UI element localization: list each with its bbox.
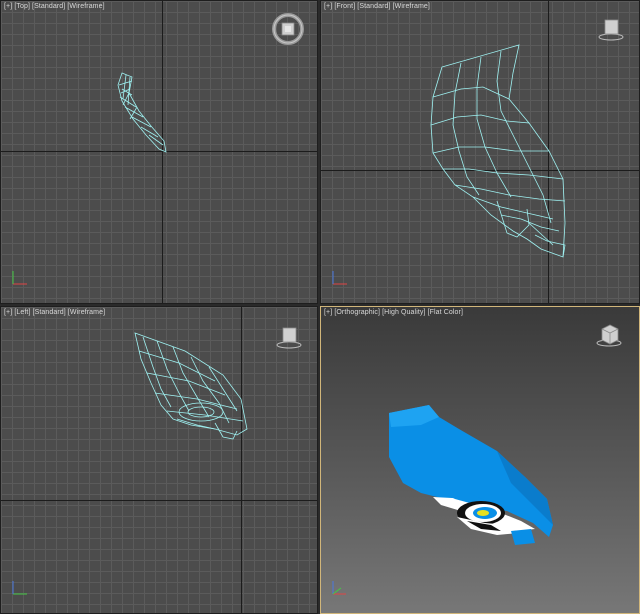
viewcube-icon[interactable] — [597, 17, 627, 48]
top-viewport[interactable]: [+] [Top] [Standard] [Wireframe] — [0, 0, 318, 304]
viewport-label-top[interactable]: [+] [Top] [Standard] [Wireframe] — [4, 3, 105, 10]
left-viewport[interactable]: [+] [Left] [Standard] [Wireframe] — [0, 306, 318, 614]
viewport-label-front[interactable]: [+] [Front] [Standard] [Wireframe] — [324, 3, 430, 10]
viewport-label-left[interactable]: [+] [Left] [Standard] [Wireframe] — [4, 309, 105, 316]
front-viewport[interactable]: [+] [Front] [Standard] [Wireframe] — [320, 0, 640, 304]
viewcube-icon[interactable] — [275, 325, 305, 356]
xyz-axis-gizmo-icon — [10, 578, 30, 603]
viewport-label-orthographic[interactable]: [+] [Orthographic] [High Quality] [Flat … — [324, 309, 463, 316]
wireframe-model-left — [134, 332, 248, 440]
xyz-axis-gizmo-icon — [330, 578, 350, 603]
xyz-axis-gizmo-icon — [330, 268, 350, 293]
steering-wheel-icon[interactable] — [271, 12, 305, 51]
xyz-axis-gizmo-icon — [10, 268, 30, 293]
wireframe-model-front — [430, 44, 566, 258]
orthographic-viewport[interactable]: [+] [Orthographic] [High Quality] [Flat … — [320, 306, 640, 614]
shaded-model — [389, 405, 553, 545]
viewcube-icon[interactable] — [595, 323, 625, 354]
